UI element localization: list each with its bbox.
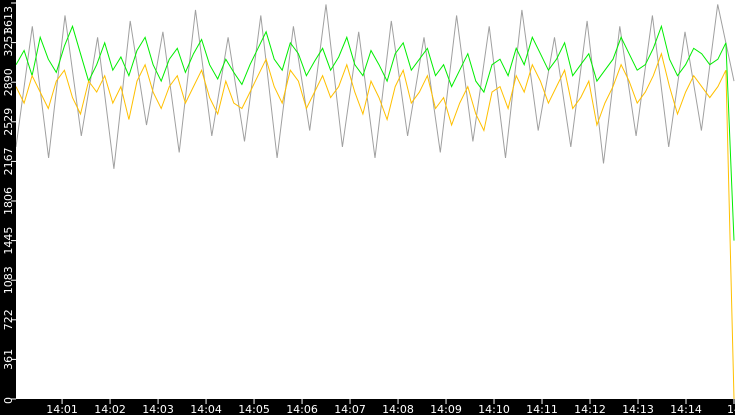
y-tick-label: 722 <box>2 309 15 330</box>
time-series-chart: 036172210831445180621672529289032513613 … <box>0 0 735 415</box>
x-tick-label: 14:04 <box>190 403 222 415</box>
x-tick-label: 14:03 <box>142 403 174 415</box>
y-tick-label: 1445 <box>2 227 15 255</box>
y-tick-label: 2529 <box>2 108 15 136</box>
y-tick-label: 2167 <box>2 147 15 175</box>
y-tick-label: 0 <box>2 397 15 404</box>
x-tick-label: 14:01 <box>46 403 78 415</box>
x-tick-label: 14:02 <box>94 403 126 415</box>
y-tick-label: 2890 <box>2 68 15 96</box>
x-tick-label: 14:12 <box>574 403 606 415</box>
x-tick-label: 14:11 <box>526 403 558 415</box>
y-tick-label: 361 <box>2 349 15 370</box>
x-tick-label: 14:10 <box>478 403 510 415</box>
x-tick-label: 14:14 <box>670 403 702 415</box>
x-tick-label: 14:08 <box>382 403 414 415</box>
x-tick-label: 14:06 <box>286 403 318 415</box>
x-tick-label: 14:09 <box>430 403 462 415</box>
x-tick-label: 14:13 <box>622 403 654 415</box>
x-tick-label: 14:07 <box>334 403 366 415</box>
y-tick-label: 1083 <box>2 266 15 294</box>
x-tick-label: 14 <box>727 403 735 415</box>
y-tick-label: 1806 <box>2 187 15 215</box>
x-tick-label: 14:05 <box>238 403 270 415</box>
y-tick-label: 3613 <box>2 6 15 34</box>
